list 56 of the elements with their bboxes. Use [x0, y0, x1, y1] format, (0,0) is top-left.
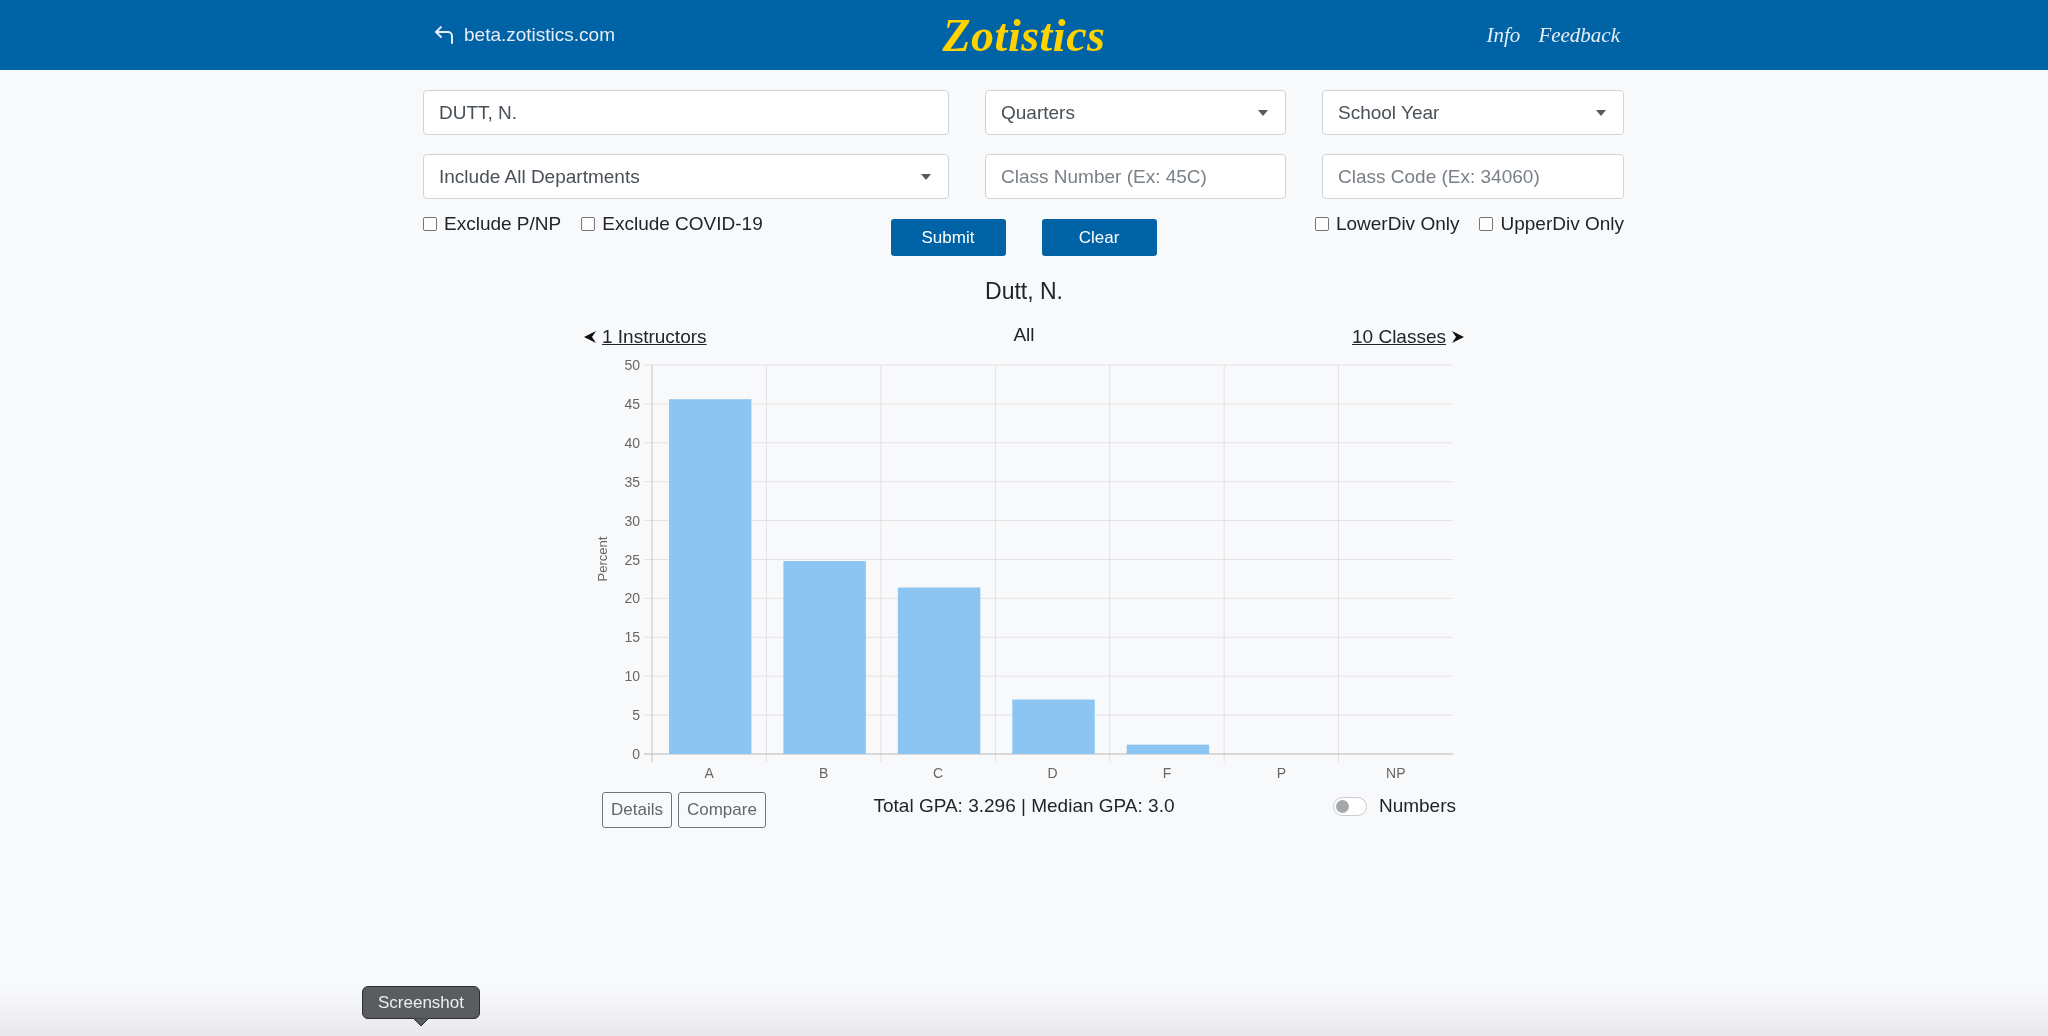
arrowhead-left-icon — [584, 331, 596, 343]
school-year-dropdown[interactable]: School Year — [1322, 90, 1624, 135]
classes-link[interactable]: 10 Classes — [1352, 326, 1464, 348]
return-arrow-icon — [432, 23, 456, 47]
caret-icon — [1596, 109, 1606, 116]
x-tick-label: F — [1162, 765, 1172, 781]
instructors-link[interactable]: 1 Instructors — [584, 326, 707, 348]
instructor-field[interactable]: DUTT, N. — [423, 90, 949, 135]
x-tick-label: A — [704, 765, 714, 781]
checkbox-label[interactable]: UpperDiv Only — [1500, 212, 1624, 236]
y-tick-label: 25 — [624, 551, 640, 568]
y-tick-label: 15 — [624, 629, 640, 646]
axis-title: Percent — [595, 536, 610, 582]
details-button[interactable]: Details — [602, 792, 672, 828]
toggle-switch[interactable] — [1332, 796, 1367, 816]
back-link[interactable]: beta.zotistics.com — [432, 23, 615, 47]
class-code-field[interactable]: Class Code (Ex: 34060) — [1322, 154, 1624, 199]
checkbox-label[interactable]: Exclude P/NP — [444, 212, 562, 236]
tooltip-pointer-icon — [413, 1018, 429, 1026]
clear-button[interactable]: Clear — [1041, 219, 1157, 256]
y-tick-label: 0 — [632, 746, 640, 762]
results-title: Dutt, N. — [984, 277, 1064, 306]
x-tick-label: B — [818, 765, 829, 781]
y-tick-label: 45 — [624, 395, 640, 412]
department-dropdown[interactable]: Include All Departments — [423, 154, 949, 199]
x-tick-label: NP — [1386, 765, 1406, 781]
checkbox[interactable] — [423, 217, 437, 231]
toggle-label[interactable]: Numbers — [1378, 795, 1456, 817]
compare-button[interactable]: Compare — [677, 792, 766, 828]
nav-link[interactable]: Info — [1486, 22, 1521, 48]
checkbox[interactable] — [1314, 217, 1329, 231]
checkbox-label[interactable]: LowerDiv Only — [1335, 212, 1460, 236]
logo: Zotistics — [942, 8, 1106, 62]
caret-icon — [921, 173, 931, 180]
y-tick-label: 40 — [624, 434, 640, 451]
y-tick-label: 50 — [624, 357, 640, 373]
class-number-field[interactable]: Class Number (Ex: 45C) — [985, 154, 1286, 199]
tooltip: Screenshot — [362, 986, 480, 1019]
x-tick-label: C — [933, 765, 944, 781]
checkbox[interactable] — [1479, 217, 1494, 231]
y-tick-label: 10 — [624, 668, 640, 685]
x-tick-label: D — [1047, 765, 1058, 781]
caret-icon — [1258, 109, 1268, 116]
gpa-summary: Total GPA: 3.296 | Median GPA: 3.0 — [873, 795, 1175, 817]
y-tick-label: 5 — [632, 707, 640, 724]
submit-button[interactable]: Submit — [890, 219, 1006, 256]
y-tick-label: 30 — [624, 512, 640, 529]
checkbox[interactable] — [581, 217, 596, 231]
checkbox-label[interactable]: Exclude COVID-19 — [602, 212, 763, 236]
y-tick-label: 35 — [624, 473, 640, 490]
filter-label: All — [1013, 323, 1035, 346]
arrowhead-right-icon — [1452, 331, 1464, 343]
y-tick-label: 20 — [624, 590, 640, 607]
quarters-dropdown[interactable]: Quarters — [985, 90, 1286, 135]
nav-link[interactable]: Feedback — [1538, 22, 1620, 48]
x-tick-label: P — [1276, 765, 1287, 781]
